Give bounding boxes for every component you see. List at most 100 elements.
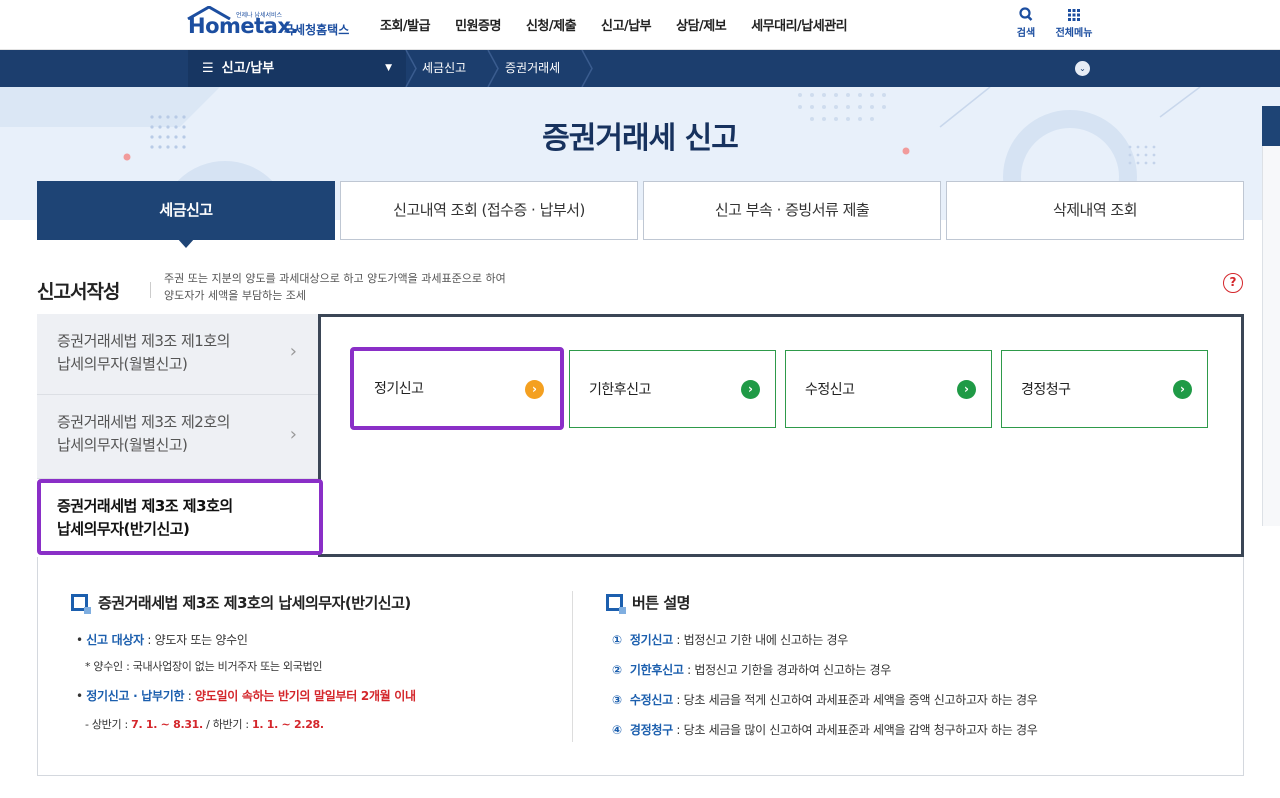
tab-filing-history[interactable]: 신고내역 조회 (접수증 · 납부서) — [340, 181, 638, 240]
left-menu-label-line: 납세의무자(월별신고) — [57, 355, 188, 373]
left-menu-item-type1[interactable]: 증권거래세법 제3조 제1호의 납세의무자(월별신고) › — [37, 314, 319, 395]
all-menu-label: 전체메뉴 — [1055, 28, 1093, 39]
period-first-half: 7. 1. ~ 8.31. — [131, 718, 203, 731]
left-menu-item-type2[interactable]: 증권거래세법 제3조 제2호의 납세의무자(월별신고) › — [37, 395, 319, 479]
side-quick-panel-header[interactable] — [1262, 106, 1280, 146]
tab-tax-filing[interactable]: 세금신고 — [37, 181, 335, 240]
left-menu-label: 증권거래세법 제3조 제2호의 납세의무자(월별신고) — [57, 411, 230, 457]
search-button[interactable]: 검색 — [1004, 6, 1048, 39]
deadline-value: 양도일이 속하는 반기의 말일부터 2개월 이내 — [195, 689, 416, 703]
page-title: 증권거래세 신고 — [542, 121, 739, 156]
note-line: * 양수인 : 국내사업장이 없는 비거주자 또는 외국법인 — [85, 658, 323, 674]
target-value: : 양도자 또는 양수인 — [143, 633, 248, 647]
target-label: 신고 대상자 — [86, 633, 144, 647]
item-number: ④ — [612, 723, 622, 737]
info-right-title: 버튼 설명 — [632, 594, 690, 612]
info-divider — [572, 591, 573, 742]
left-menu-label-line: 증권거래세법 제3조 제2호의 — [57, 413, 230, 431]
caret-down-icon: ▼ — [385, 63, 392, 73]
bullet-dot: • — [76, 689, 87, 703]
side-quick-panel[interactable] — [1262, 106, 1280, 526]
info-left-title: 증권거래세법 제3조 제3호의 납세의무자(반기신고) — [98, 594, 411, 612]
button-label: 정기신고 — [374, 381, 424, 397]
button-label: 수정신고 — [805, 382, 855, 398]
item-desc: : 당초 세금을 적게 신고하여 과세표준과 세액을 증액 신고하고자 하는 경… — [672, 693, 1038, 707]
period-prefix: - 상반기 : — [85, 718, 132, 731]
expand-location-button[interactable]: ⌄ — [1075, 61, 1090, 76]
gnb-item-consult[interactable]: 상담/제보 — [676, 15, 727, 34]
button-label: 경정청구 — [1021, 382, 1071, 398]
correction-claim-button[interactable]: 경정청구 › — [1001, 350, 1208, 428]
item-desc: : 법정신고 기한 내에 신고하는 경우 — [672, 633, 849, 647]
amended-filing-button[interactable]: 수정신고 › — [785, 350, 992, 428]
button-desc-item: ② 기한후신고 : 법정신고 기한을 경과하여 신고하는 경우 — [612, 661, 891, 678]
section-title: 신고서작성 — [37, 281, 120, 303]
note-text: 양수인 : 국내사업장이 없는 비거주자 또는 외국법인 — [93, 660, 323, 673]
gnb-item-agent[interactable]: 세무대리/납세관리 — [751, 15, 847, 34]
left-menu-label-line: 납세의무자(반기신고) — [57, 520, 190, 538]
item-number: ① — [612, 633, 622, 647]
left-menu-label: 증권거래세법 제3조 제3호의 납세의무자(반기신고) — [57, 495, 233, 541]
left-menu-label-line: 증권거래세법 제3조 제3호의 — [57, 497, 233, 515]
item-desc: : 법정신고 기한을 경과하여 신고하는 경우 — [683, 663, 891, 677]
left-menu-item-type3[interactable]: 증권거래세법 제3조 제3호의 납세의무자(반기신고) — [37, 479, 323, 555]
location-bar: ☰ 신고/납부 ▼ 세금신고 증권거래세 ⌄ — [0, 50, 1280, 87]
arrow-right-icon: › — [741, 380, 760, 399]
item-label: 기한후신고 — [629, 663, 684, 677]
breadcrumb-securities-tax[interactable]: 증권거래세 — [505, 50, 560, 87]
item-label: 정기신고 — [629, 633, 673, 647]
item-number: ② — [612, 663, 622, 677]
breadcrumb-tax-filing[interactable]: 세금신고 — [422, 50, 466, 87]
search-label: 검색 — [1016, 28, 1036, 39]
section-description-line: 주권 또는 지분의 양도를 과세대상으로 하고 양도가액을 과세표준으로 하여 — [164, 272, 506, 285]
square-bullet-icon — [71, 594, 91, 614]
search-icon — [1019, 7, 1033, 21]
left-menu-label-line: 납세의무자(월별신고) — [57, 436, 188, 454]
square-bullet-icon — [606, 594, 626, 614]
target-line: • 신고 대상자 : 양도자 또는 양수인 — [76, 631, 248, 648]
button-desc-item: ④ 경정청구 : 당초 세금을 많이 신고하여 과세표준과 세액을 감액 청구하고… — [612, 721, 1038, 738]
bullet-dot: • — [76, 633, 87, 647]
deadline-sep: : — [184, 689, 196, 703]
left-menu-label: 증권거래세법 제3조 제1호의 납세의무자(월별신고) — [57, 330, 230, 376]
chevron-right-icon: › — [289, 424, 297, 445]
top-header: 언제나 납세서비스 Hometax. 국세청홈택스 조회/발급 민원증명 신청/… — [0, 0, 1280, 50]
tab-deleted-history[interactable]: 삭제내역 조회 — [946, 181, 1244, 240]
all-menu-button[interactable]: 전체메뉴 — [1052, 6, 1096, 39]
global-nav: 조회/발급 민원증명 신청/제출 신고/납부 상담/제보 세무대리/납세관리 — [380, 15, 872, 34]
tab-attachment-submit[interactable]: 신고 부속 · 증빙서류 제출 — [643, 181, 941, 240]
gnb-item-filing[interactable]: 신고/납부 — [601, 15, 652, 34]
section-divider — [150, 282, 151, 298]
left-menu-label-line: 증권거래세법 제3조 제1호의 — [57, 332, 230, 350]
section-description: 주권 또는 지분의 양도를 과세대상으로 하고 양도가액을 과세표준으로 하여 … — [164, 270, 506, 304]
period-mid: / 하반기 : — [202, 718, 252, 731]
deadline-label: 정기신고 · 납부기한 — [86, 689, 185, 703]
item-label: 경정청구 — [629, 723, 673, 737]
button-label: 기한후신고 — [589, 382, 651, 398]
gnb-item-application[interactable]: 신청/제출 — [526, 15, 577, 34]
arrow-right-icon: › — [525, 380, 544, 399]
location-main-dropdown[interactable]: ☰ 신고/납부 ▼ — [188, 50, 406, 87]
item-desc: : 당초 세금을 많이 신고하여 과세표준과 세액을 감액 청구하고자 하는 경… — [672, 723, 1038, 737]
gnb-item-inquiry[interactable]: 조회/발급 — [380, 15, 431, 34]
late-filing-button[interactable]: 기한후신고 › — [569, 350, 776, 428]
period-second-half: 1. 1. ~ 2.28. — [251, 718, 324, 731]
location-main-label: 신고/납부 — [221, 61, 275, 76]
button-desc-item: ③ 수정신고 : 당초 세금을 적게 신고하여 과세표준과 세액을 증액 신고하고… — [612, 691, 1038, 708]
logo-korean-name: 국세청홈택스 — [283, 23, 350, 37]
help-icon[interactable]: ? — [1223, 273, 1243, 293]
grid-menu-icon — [1068, 9, 1080, 21]
section-description-line: 양도자가 세액을 부담하는 조세 — [164, 289, 307, 302]
regular-filing-button[interactable]: 정기신고 › — [350, 347, 564, 430]
hamburger-icon: ☰ — [202, 61, 214, 76]
item-number: ③ — [612, 693, 622, 707]
gnb-item-certificate[interactable]: 민원증명 — [455, 15, 501, 34]
active-tab-pointer — [177, 238, 195, 248]
arrow-right-icon: › — [957, 380, 976, 399]
chevron-right-icon: › — [289, 341, 297, 362]
hometax-logo[interactable]: 언제나 납세서비스 Hometax. 국세청홈택스 — [186, 6, 361, 42]
chevron-right-icon — [405, 50, 417, 87]
button-desc-item: ① 정기신고 : 법정신고 기한 내에 신고하는 경우 — [612, 631, 848, 648]
chevron-right-icon — [581, 50, 593, 87]
period-line: - 상반기 : 7. 1. ~ 8.31. / 하반기 : 1. 1. ~ 2.… — [85, 716, 324, 732]
